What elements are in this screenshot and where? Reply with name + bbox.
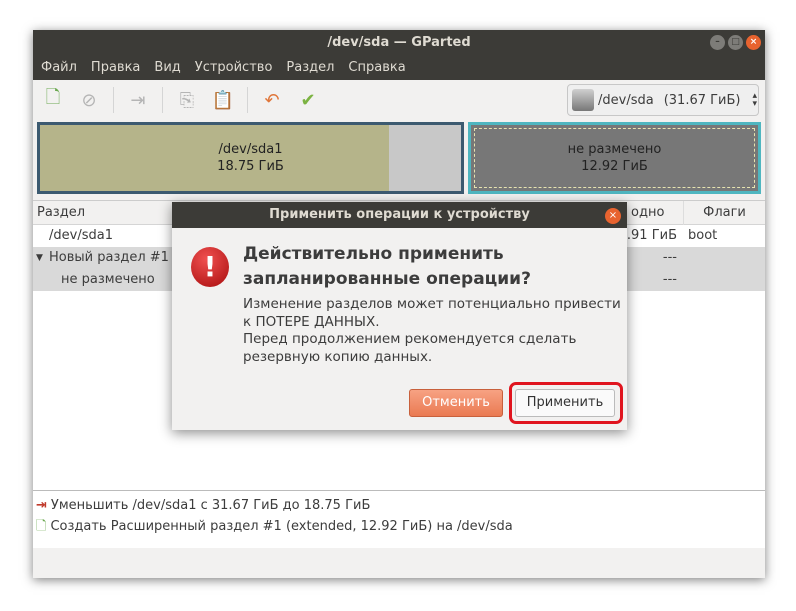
heading-line: Действительно применить: [243, 244, 504, 264]
copy-icon[interactable]: ⎘: [175, 88, 199, 112]
message-line: к ПОТЕРЕ ДАННЫХ.: [243, 313, 380, 330]
partition-name: /dev/sda1: [218, 142, 283, 157]
header-partition[interactable]: Раздел: [37, 201, 85, 225]
header-flags[interactable]: Флаги: [683, 201, 765, 225]
hard-disk-icon: [572, 89, 594, 111]
menu-view[interactable]: Вид: [154, 55, 180, 80]
undo-icon[interactable]: ↶: [260, 88, 284, 112]
menu-file[interactable]: Файл: [41, 55, 77, 80]
title-bar: /dev/sda — GParted – □ ×: [33, 30, 765, 55]
disk-map: /dev/sda1 18.75 ГиБ не размечено 12.92 ГиБ: [37, 122, 761, 194]
device-size: (31.67 ГиБ): [663, 92, 741, 108]
new-partition-icon[interactable]: 🗋: [41, 87, 65, 112]
partition-size: 18.75 ГиБ: [217, 159, 284, 174]
paste-icon[interactable]: 📋: [211, 88, 235, 112]
delete-icon[interactable]: ⊘: [77, 88, 101, 112]
unallocated-block[interactable]: не размечено 12.92 ГиБ: [468, 122, 761, 194]
dialog-message: Изменение разделов может потенциально пр…: [243, 296, 623, 366]
resize-icon: ⇥: [36, 498, 47, 513]
cell-free: ---: [662, 250, 677, 265]
apply-button[interactable]: Применить: [515, 389, 615, 417]
cell-partition: Новый раздел #1: [49, 250, 169, 265]
cancel-button[interactable]: Отменить: [409, 389, 503, 417]
status-bar: [33, 550, 765, 578]
message-line: Перед продолжением рекомендуется сделать: [243, 331, 577, 347]
new-partition-icon: 🗋: [36, 519, 47, 534]
menu-partition[interactable]: Раздел: [286, 55, 334, 80]
device-selector[interactable]: /dev/sda (31.67 ГиБ) ▴ ▾: [567, 84, 759, 116]
spinner-arrows-icon: ▴ ▾: [752, 91, 758, 109]
window-title: /dev/sda — GParted: [327, 35, 471, 50]
apply-operations-dialog: Применить операции к устройству × ! Дейс…: [172, 202, 627, 430]
warning-icon: !: [191, 247, 229, 287]
cell-partition: /dev/sda1: [49, 228, 113, 243]
message-line: Изменение разделов может потенциально пр…: [243, 296, 621, 312]
list-item[interactable]: ⇥ Уменьшить /dev/sda1 с 31.67 ГиБ до 18.7…: [33, 495, 765, 516]
dialog-title: Применить операции к устройству: [172, 202, 627, 228]
partition-sda1-block[interactable]: /dev/sda1 18.75 ГиБ: [37, 122, 464, 194]
close-button[interactable]: ×: [746, 35, 761, 50]
apply-icon[interactable]: ✔: [296, 88, 320, 112]
partition-size: 12.92 ГиБ: [581, 159, 648, 174]
device-name: /dev/sda: [598, 92, 654, 108]
menu-help[interactable]: Справка: [348, 55, 405, 80]
cell-free: 2.91 ГиБ: [618, 228, 677, 243]
toolbar: 🗋 ⊘ ⇥ ⎘ 📋 ↶ ✔ /dev/sda (31.67 ГиБ) ▴ ▾: [33, 80, 765, 120]
cell-free: ---: [662, 272, 677, 287]
message-line: резервную копию данных.: [243, 348, 433, 365]
heading-line: запланированные операции?: [243, 269, 531, 289]
header-free[interactable]: одно: [631, 201, 664, 225]
dialog-close-button[interactable]: ×: [605, 208, 621, 224]
maximize-button[interactable]: □: [728, 35, 743, 50]
minimize-button[interactable]: –: [710, 35, 725, 50]
list-item[interactable]: 🗋 Создать Расширенный раздел #1 (extended…: [33, 516, 765, 537]
separator: [247, 87, 248, 113]
expander-icon[interactable]: ▼: [36, 247, 43, 269]
resize-move-icon[interactable]: ⇥: [126, 88, 150, 112]
menu-edit[interactable]: Правка: [91, 55, 140, 80]
separator: [113, 87, 114, 113]
partition-name: не размечено: [567, 142, 662, 157]
dialog-heading: Действительно применить запланированные о…: [243, 242, 531, 292]
separator: [162, 87, 163, 113]
pending-operations-list: ⇥ Уменьшить /dev/sda1 с 31.67 ГиБ до 18.7…: [33, 490, 765, 548]
cell-flags: boot: [688, 228, 718, 243]
operation-text: Уменьшить /dev/sda1 с 31.67 ГиБ до 18.75…: [50, 498, 371, 513]
cell-partition: не размечено: [61, 272, 155, 287]
menu-bar: Файл Правка Вид Устройство Раздел Справк…: [33, 55, 765, 80]
menu-device[interactable]: Устройство: [195, 55, 273, 80]
operation-text: Создать Расширенный раздел #1 (extended,…: [50, 519, 513, 534]
